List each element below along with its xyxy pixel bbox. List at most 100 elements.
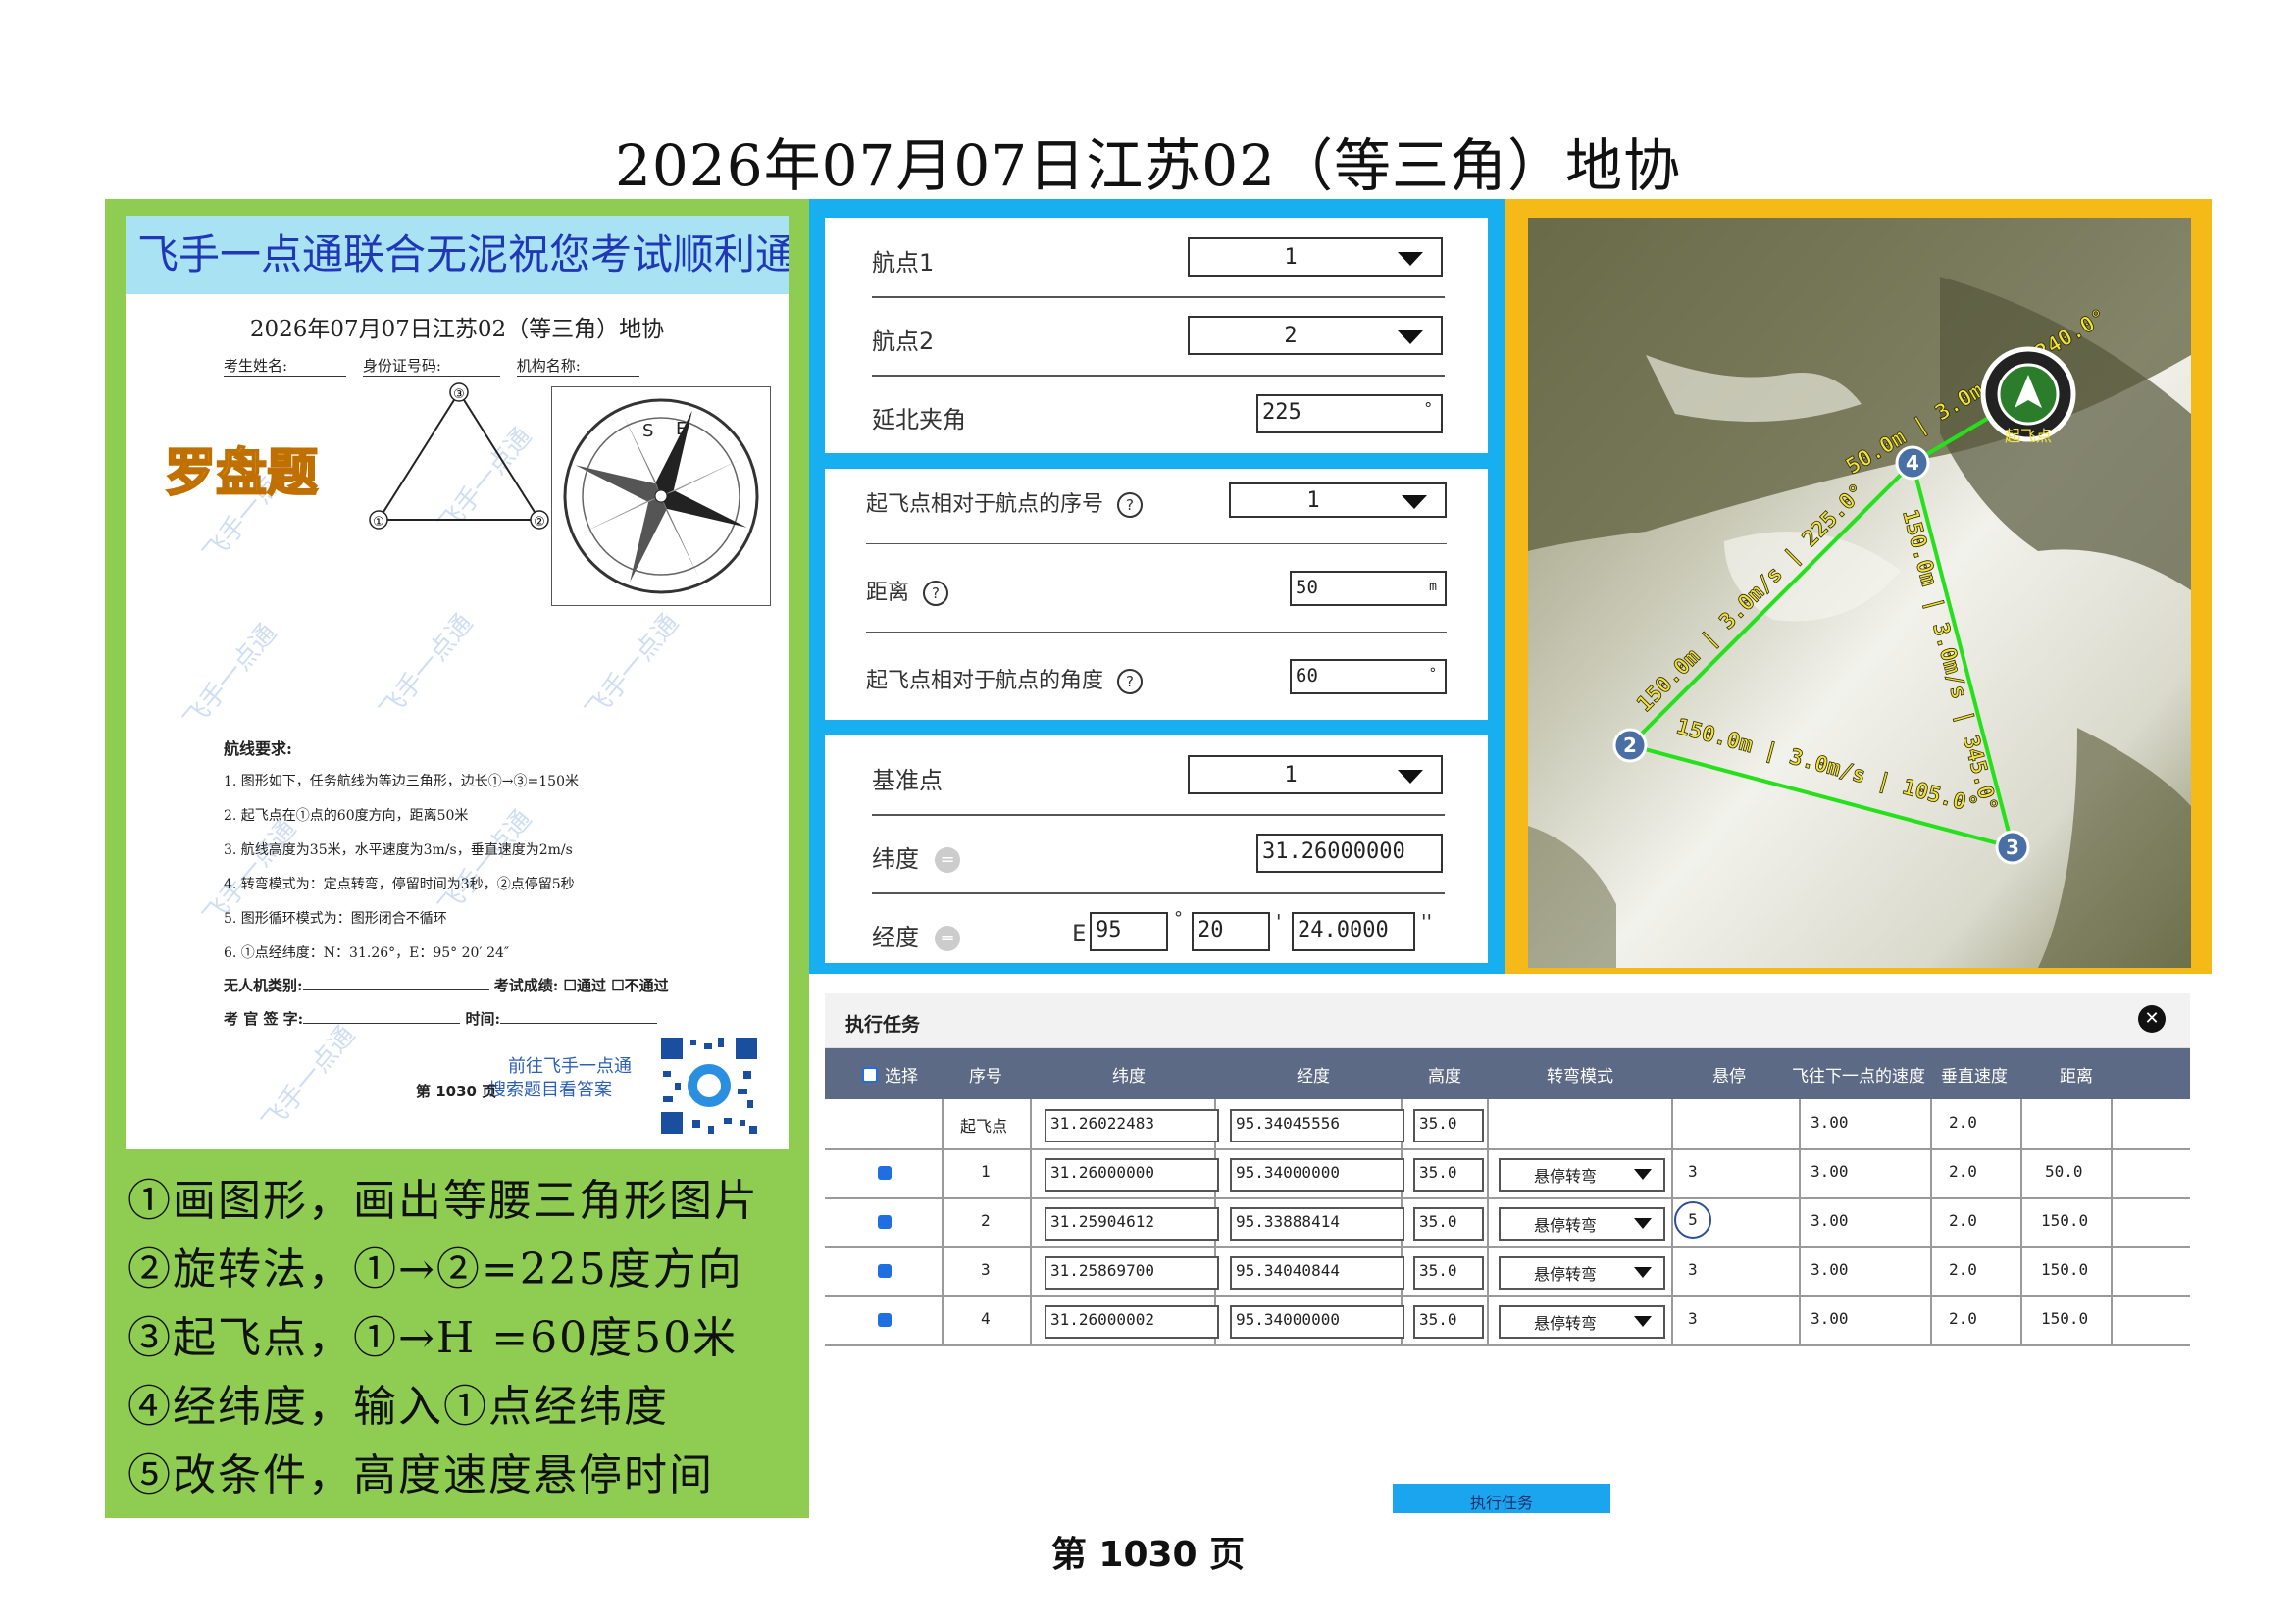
cell-vspeed: 2.0 xyxy=(1949,1309,1977,1328)
longitude-seconds-input[interactable]: 24.0000 xyxy=(1292,912,1415,951)
cell-lat-input[interactable]: 31.26000000 xyxy=(1045,1158,1219,1192)
cell-speed: 3.00 xyxy=(1811,1309,1849,1328)
table-row: 2 31.25904612 95.33888414 35.0 悬停转弯 5 3.… xyxy=(825,1197,2190,1248)
equals-icon[interactable]: = xyxy=(935,847,960,873)
compass-question-label: 罗盘题 xyxy=(164,443,319,504)
execute-task-button[interactable]: 执行任务 xyxy=(1393,1484,1610,1513)
cell-lat-input[interactable]: 31.25904612 xyxy=(1045,1207,1219,1241)
cell-alt-input[interactable]: 35.0 xyxy=(1413,1305,1484,1339)
turn-mode-value: 悬停转弯 xyxy=(1534,1167,1598,1186)
cell-hover: 3 xyxy=(1688,1260,1698,1279)
reference-point-form: 基准点 1 纬度 = 31.26000000 经度 = E 95 ° 20 ' 24… xyxy=(825,735,1488,963)
row-checkbox[interactable] xyxy=(878,1166,892,1180)
turn-mode-select[interactable]: 悬停转弯 xyxy=(1499,1207,1665,1241)
home-label: 起飞点 xyxy=(2005,427,2052,445)
chevron-down-icon xyxy=(1634,1267,1652,1278)
turn-mode-select[interactable]: 悬停转弯 xyxy=(1499,1256,1665,1290)
column-header: 高度 xyxy=(1428,1067,1461,1087)
cell-lat-input[interactable]: 31.26022483 xyxy=(1045,1109,1219,1142)
qr-code-icon[interactable] xyxy=(655,1032,763,1140)
page-title: 2026年07月07日江苏02（等三角）地协 xyxy=(614,132,1681,199)
waypoint1-select[interactable]: 1 xyxy=(1188,237,1443,277)
degree-unit: ° xyxy=(1428,666,1437,682)
column-header: 经度 xyxy=(1297,1067,1330,1087)
help-icon[interactable]: ? xyxy=(923,581,949,606)
north-angle-input[interactable]: 225 ° xyxy=(1256,394,1443,433)
column-header: 转弯模式 xyxy=(1547,1067,1613,1087)
turn-mode-value: 悬停转弯 xyxy=(1534,1314,1598,1333)
turn-mode-select[interactable]: 悬停转弯 xyxy=(1499,1158,1665,1192)
turn-mode-value: 悬停转弯 xyxy=(1534,1216,1598,1235)
cell-vspeed: 2.0 xyxy=(1949,1260,1977,1279)
cell-distance: 150.0 xyxy=(2041,1211,2089,1230)
column-header: 纬度 xyxy=(1112,1067,1146,1087)
row-checkbox[interactable] xyxy=(878,1264,892,1278)
cell-lon-input[interactable]: 95.33888414 xyxy=(1230,1207,1404,1241)
base-point-select[interactable]: 1 xyxy=(1188,755,1443,794)
distance-input[interactable]: 50 m xyxy=(1290,571,1447,606)
home-angle-value: 60 xyxy=(1296,665,1318,686)
distance-label: 距离? xyxy=(866,575,949,606)
cell-distance: 150.0 xyxy=(2041,1309,2089,1328)
goto-line: 搜索题目看答案 xyxy=(488,1080,612,1100)
cell-alt-input[interactable]: 35.0 xyxy=(1413,1158,1484,1192)
home-angle-input[interactable]: 60 ° xyxy=(1290,659,1447,694)
base-point-label: 基准点 xyxy=(872,767,943,794)
column-header: 选择 xyxy=(885,1067,918,1087)
longitude-minutes-input[interactable]: 20 xyxy=(1192,912,1270,951)
cell-lon-input[interactable]: 95.34000000 xyxy=(1230,1305,1404,1339)
table-row: 3 31.25869700 95.34040844 35.0 悬停转弯 3 3.… xyxy=(825,1246,2190,1297)
cell-lat-input[interactable]: 31.25869700 xyxy=(1045,1256,1219,1290)
longitude-degrees-input[interactable]: 95 xyxy=(1090,912,1168,951)
base-point-value: 1 xyxy=(1284,763,1298,787)
triangle-vertex-label: ③ xyxy=(453,387,465,402)
longitude-text: 经度 xyxy=(872,924,919,951)
cell-alt-input[interactable]: 35.0 xyxy=(1413,1256,1484,1290)
cell-lat-input[interactable]: 31.26000002 xyxy=(1045,1305,1219,1339)
latitude-input[interactable]: 31.26000000 xyxy=(1256,834,1443,873)
cell-seq: 4 xyxy=(981,1309,991,1328)
paper-page-number: 第 1030 页 xyxy=(416,1083,497,1100)
uav-label: 无人机类别: xyxy=(224,977,303,994)
table-row: 1 31.26000000 95.34000000 35.0 悬停转弯 3 3.… xyxy=(825,1148,2190,1199)
home-seq-select[interactable]: 1 xyxy=(1229,482,1447,518)
row-checkbox[interactable] xyxy=(878,1313,892,1327)
equals-icon[interactable]: = xyxy=(935,926,960,951)
help-icon[interactable]: ? xyxy=(1117,669,1144,694)
field-name: 考生姓名: xyxy=(224,355,347,377)
triangle-diagram: ③ ① ② xyxy=(369,382,549,530)
cell-hover-highlighted[interactable]: 5 xyxy=(1674,1201,1711,1239)
chevron-down-icon xyxy=(1634,1316,1652,1327)
cell-speed: 3.00 xyxy=(1811,1260,1849,1279)
chevron-down-icon xyxy=(1402,495,1427,509)
turn-mode-select[interactable]: 悬停转弯 xyxy=(1499,1305,1665,1339)
cell-vspeed: 2.0 xyxy=(1949,1162,1977,1181)
step-1: ①画图形，画出等腰三角形图片 xyxy=(128,1176,759,1226)
uav-category-row: 无人机类别: 考试成绩: ☐通过 ☐不通过 xyxy=(224,975,669,995)
cell-alt-input[interactable]: 35.0 xyxy=(1413,1109,1484,1142)
cell-alt-input[interactable]: 35.0 xyxy=(1413,1207,1484,1241)
close-icon[interactable]: ✕ xyxy=(2138,1005,2166,1033)
time-label: 时间: xyxy=(465,1010,500,1028)
cell-lon-input[interactable]: 95.34040844 xyxy=(1230,1256,1404,1290)
cell-lon-input[interactable]: 95.34000000 xyxy=(1230,1158,1404,1192)
help-icon[interactable]: ? xyxy=(1117,492,1144,518)
goto-hint: 前往飞手一点通 搜索题目看答案 xyxy=(488,1055,632,1102)
compass-image: S E xyxy=(551,386,771,606)
watermark: 飞手一点通 xyxy=(580,608,686,726)
home-seq-value: 1 xyxy=(1306,488,1320,513)
longitude-prefix: E xyxy=(1072,920,1087,947)
divider xyxy=(872,296,1445,298)
row-checkbox[interactable] xyxy=(878,1215,892,1229)
north-angle-value: 225 xyxy=(1262,400,1301,425)
table-row: 起飞点 31.26022483 95.34045556 35.0 3.00 2.… xyxy=(825,1099,2190,1150)
turn-mode-value: 悬停转弯 xyxy=(1534,1265,1598,1284)
select-all-checkbox[interactable] xyxy=(862,1067,878,1083)
waypoint2-select[interactable]: 2 xyxy=(1188,316,1443,355)
satellite-map[interactable]: 150.0m | 3.0m/s | 225.0° 150.0m | 3.0m/s… xyxy=(1528,218,2191,968)
cell-lon-input[interactable]: 95.34045556 xyxy=(1230,1109,1404,1142)
distance-value: 50 xyxy=(1296,577,1318,598)
waypoint-label: 4 xyxy=(1906,451,1919,475)
divider xyxy=(866,632,1447,633)
waypoint2-value: 2 xyxy=(1284,324,1298,348)
